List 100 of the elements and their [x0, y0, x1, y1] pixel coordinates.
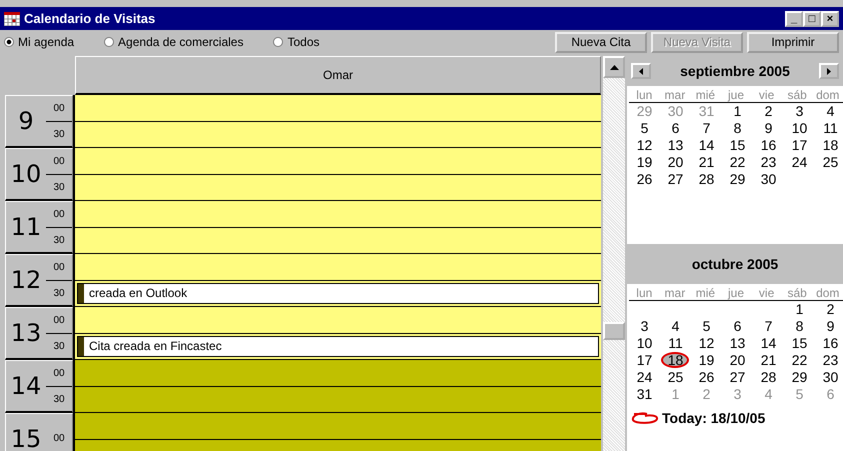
calendar-day[interactable]: 5	[691, 318, 722, 335]
calendar-day[interactable]: 21	[691, 154, 722, 171]
maximize-button[interactable]: □	[803, 10, 821, 26]
calendar-day[interactable]: 9	[753, 120, 784, 137]
calendar-day[interactable]: 4	[815, 103, 843, 120]
calendar-day[interactable]: 25	[815, 154, 843, 171]
scroll-up-button[interactable]	[603, 56, 625, 78]
calendar-day[interactable]: 3	[784, 103, 815, 120]
calendar-day[interactable]: 12	[629, 137, 660, 154]
month-title: octubre 2005	[692, 256, 778, 272]
previous-month-button[interactable]	[631, 63, 651, 79]
calendar-day[interactable]: 24	[629, 369, 660, 386]
radio-option[interactable]: Todos	[273, 35, 320, 49]
calendar-day[interactable]: 19	[629, 154, 660, 171]
minute-label: 00	[46, 360, 72, 386]
time-slot[interactable]	[75, 174, 601, 201]
calendar-day[interactable]: 11	[815, 120, 843, 137]
toolbar-button[interactable]: Nueva Cita	[555, 32, 647, 52]
radio-option[interactable]: Agenda de comerciales	[104, 35, 244, 49]
calendar-day[interactable]: 13	[722, 335, 753, 352]
calendar-day[interactable]: 15	[722, 137, 753, 154]
calendar-day[interactable]: 26	[691, 369, 722, 386]
minimize-button[interactable]: _	[785, 10, 803, 26]
calendar-day[interactable]: 31	[629, 386, 660, 403]
calendar-day[interactable]: 28	[691, 171, 722, 188]
hour-number: 13	[10, 319, 42, 347]
calendar-day[interactable]: 14	[753, 335, 784, 352]
calendar-day[interactable]: 6	[722, 318, 753, 335]
calendar-day[interactable]: 11	[660, 335, 691, 352]
time-slot[interactable]	[75, 386, 601, 413]
weekday-label: sáb	[786, 88, 808, 102]
calendar-day[interactable]: 27	[722, 369, 753, 386]
scroll-thumb[interactable]	[603, 322, 625, 340]
calendar-day[interactable]: 6	[660, 120, 691, 137]
calendar-day[interactable]: 19	[691, 352, 722, 369]
calendar-day[interactable]: 29	[722, 171, 753, 188]
calendar-day[interactable]: 16	[753, 137, 784, 154]
toolbar-button[interactable]: Imprimir	[747, 32, 839, 52]
calendar-day[interactable]: 2	[753, 103, 784, 120]
calendar-day[interactable]: 13	[660, 137, 691, 154]
weekday-label: mié	[694, 286, 716, 300]
calendar-day[interactable]: 22	[784, 352, 815, 369]
calendar-day[interactable]: 9	[815, 318, 843, 335]
calendar-day[interactable]: 30	[753, 171, 784, 188]
minute-label: 30	[52, 340, 66, 354]
calendar-day[interactable]: 17	[784, 137, 815, 154]
calendar-day[interactable]: 29	[784, 369, 815, 386]
calendar-day[interactable]: 18	[815, 137, 843, 154]
calendar-day[interactable]: 7	[691, 120, 722, 137]
calendar-day[interactable]: 23	[753, 154, 784, 171]
weekday-label: lun	[635, 286, 654, 300]
calendar-day[interactable]: 25	[660, 369, 691, 386]
minute-label: 30	[52, 180, 66, 194]
scrollbar[interactable]	[603, 56, 625, 451]
calendar-day[interactable]: 20	[660, 154, 691, 171]
hour-number: 12	[10, 266, 42, 294]
calendar-day[interactable]: 20	[722, 352, 753, 369]
calendar-day[interactable]: 8	[722, 120, 753, 137]
weekday-label: dom	[815, 88, 840, 102]
calendar-day[interactable]: 10	[784, 120, 815, 137]
calendar-day[interactable]: 3	[629, 318, 660, 335]
calendar-day[interactable]: 26	[629, 171, 660, 188]
calendar-day[interactable]: 2	[815, 301, 843, 318]
time-slot[interactable]	[75, 122, 601, 148]
radio-option[interactable]: Mi agenda	[4, 35, 74, 49]
next-month-button[interactable]	[818, 63, 839, 79]
minute-label: 30	[52, 392, 66, 406]
calendar-day[interactable]: 27	[660, 171, 691, 188]
hour-number: 10	[10, 160, 42, 188]
calendar-day[interactable]: 10	[629, 335, 660, 352]
calendar-day[interactable]: 14	[691, 137, 722, 154]
calendar-day[interactable]: 21	[753, 352, 784, 369]
calendar-day[interactable]: 24	[784, 154, 815, 171]
calendar-day[interactable]: 23	[815, 352, 843, 369]
today-label[interactable]: Today: 18/10/05	[662, 410, 766, 426]
minute-label: 00	[46, 254, 72, 280]
calendar-day[interactable]: 22	[722, 154, 753, 171]
calendar-day[interactable]: 15	[784, 335, 815, 352]
calendar-day[interactable]: 12	[691, 335, 722, 352]
calendar-day[interactable]: 7	[753, 318, 784, 335]
minute-label: 00	[46, 148, 72, 174]
hour-number: 11	[10, 213, 42, 241]
calendar-day[interactable]: 30	[815, 369, 843, 386]
calendar-day[interactable]: 16	[815, 335, 843, 352]
minute-label: 00	[46, 202, 72, 228]
window-title: Calendario de Visitas	[24, 11, 156, 26]
time-slot[interactable]	[75, 228, 601, 254]
minute-label: 00	[46, 308, 72, 334]
calendar-day[interactable]: 18	[660, 352, 691, 369]
close-button[interactable]: ×	[821, 10, 839, 26]
calendar-day[interactable]: 17	[629, 352, 660, 369]
left-arrow-icon	[639, 68, 643, 74]
weekday-label: mar	[664, 88, 686, 102]
calendar-day[interactable]: 1	[722, 103, 753, 120]
minute-label: 30	[52, 234, 66, 248]
calendar-day[interactable]: 4	[660, 318, 691, 335]
calendar-day[interactable]: 8	[784, 318, 815, 335]
calendar-day[interactable]: 28	[753, 369, 784, 386]
calendar-day[interactable]: 5	[629, 120, 660, 137]
calendar-day[interactable]: 1	[784, 301, 815, 318]
